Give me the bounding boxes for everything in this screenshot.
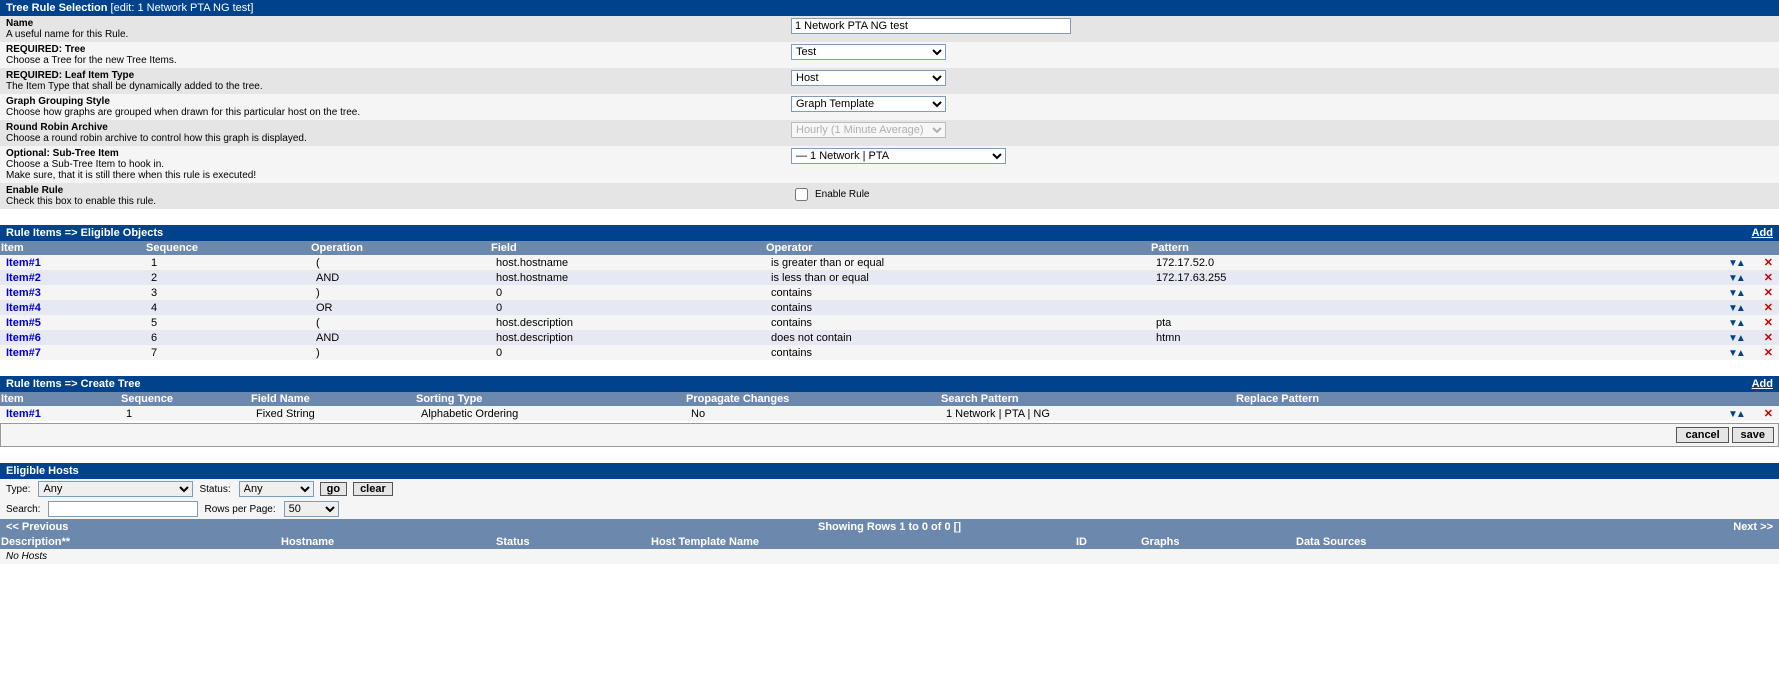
search-label: Search: [6,504,40,515]
form-label-title: Enable Rule [6,185,791,196]
go-button[interactable]: go [320,482,347,496]
select-input[interactable]: Graph Template [791,96,946,112]
move-down-icon[interactable]: ▼ [1728,318,1736,329]
move-down-icon[interactable]: ▼ [1728,258,1736,269]
move-up-icon[interactable]: ▲ [1736,333,1744,344]
move-up-icon[interactable]: ▲ [1736,258,1744,269]
hosts-filter-row-1: Type: Any Status: Any go clear [0,479,1779,499]
tree-rule-header: Tree Rule Selection [edit: 1 Network PTA… [0,0,1779,16]
form-label-title: REQUIRED: Tree [6,44,791,55]
rows-per-page-select[interactable]: 50 [284,501,339,517]
no-hosts: No Hosts [0,549,1779,564]
type-select[interactable]: Any [38,481,193,497]
status-select[interactable]: Any [239,481,314,497]
clear-button[interactable]: clear [353,482,393,496]
delete-icon[interactable]: ✕ [1764,287,1773,299]
cancel-button[interactable]: cancel [1676,427,1728,443]
table-row: Item#55(host.descriptioncontainspta▼▲✕ [0,315,1779,330]
move-down-icon[interactable]: ▼ [1728,273,1736,284]
item-link[interactable]: Item#4 [6,302,41,314]
move-down-icon[interactable]: ▼ [1728,288,1736,299]
table-row: Item#33)0contains▼▲✕ [0,285,1779,300]
delete-icon[interactable]: ✕ [1764,332,1773,344]
move-up-icon[interactable]: ▲ [1736,409,1744,420]
rows-per-page-label: Rows per Page: [204,504,275,515]
form-label-title: REQUIRED: Leaf Item Type [6,70,791,81]
select-input[interactable]: — 1 Network | PTA [791,148,1006,164]
search-input[interactable] [48,501,198,517]
eligible-hosts-header: Eligible Hosts [0,463,1779,479]
table-row: Item#44OR0contains▼▲✕ [0,300,1779,315]
form-label-desc: A useful name for this Rule. [6,29,791,40]
form-label-desc: Choose a Sub-Tree Item to hook in. Make … [6,159,791,181]
delete-icon[interactable]: ✕ [1764,317,1773,329]
eligible-objects-table: Item Sequence Operation Field Operator P… [0,241,1779,360]
form-label-desc: Choose a round robin archive to control … [6,133,791,144]
form-label-title: Graph Grouping Style [6,96,791,107]
item-link[interactable]: Item#1 [6,257,41,269]
button-bar: cancel save [0,423,1779,447]
delete-icon[interactable]: ✕ [1764,257,1773,269]
create-tree-header: Rule Items => Create Tree Add [0,376,1779,392]
move-up-icon[interactable]: ▲ [1736,348,1744,359]
item-link[interactable]: Item#7 [6,347,41,359]
form-label-title: Name [6,18,791,29]
table-row: Item#22ANDhost.hostnameis less than or e… [0,270,1779,285]
item-link[interactable]: Item#6 [6,332,41,344]
form-label-desc: The Item Type that shall be dynamically … [6,81,791,92]
item-link[interactable]: Item#1 [6,408,41,420]
table-row: Item#66ANDhost.descriptiondoes not conta… [0,330,1779,345]
status-label: Status: [199,484,230,495]
text-input[interactable] [791,18,1071,34]
move-down-icon[interactable]: ▼ [1728,333,1736,344]
delete-icon[interactable]: ✕ [1764,272,1773,284]
move-up-icon[interactable]: ▲ [1736,318,1744,329]
table-row: Item#11(host.hostnameis greater than or … [0,255,1779,270]
table-row: Item#11Fixed StringAlphabetic OrderingNo… [0,406,1779,421]
eligible-objects-header: Rule Items => Eligible Objects Add [0,225,1779,241]
create-tree-table: Item Sequence Field Name Sorting Type Pr… [0,392,1779,421]
type-label: Type: [6,484,30,495]
select-input: Hourly (1 Minute Average) [791,122,946,138]
delete-icon[interactable]: ✕ [1764,408,1773,420]
move-up-icon[interactable]: ▲ [1736,303,1744,314]
move-down-icon[interactable]: ▼ [1728,303,1736,314]
save-button[interactable]: save [1732,427,1774,443]
add-create-tree-link[interactable]: Add [1752,378,1773,390]
hosts-table: Description** Hostname Status Host Templ… [0,535,1779,549]
delete-icon[interactable]: ✕ [1764,302,1773,314]
form-label-desc: Choose a Tree for the new Tree Items. [6,55,791,66]
form-label-desc: Check this box to enable this rule. [6,196,791,207]
add-eligible-link[interactable]: Add [1752,227,1773,239]
prev-link[interactable]: << Previous [6,521,595,533]
pager-info: Showing Rows 1 to 0 of 0 [] [595,521,1184,533]
checkbox-label: Enable Rule [815,189,869,200]
item-link[interactable]: Item#3 [6,287,41,299]
enable-rule-checkbox[interactable] [795,188,808,201]
form-label-title: Optional: Sub-Tree Item [6,148,791,159]
form-label-title: Round Robin Archive [6,122,791,133]
delete-icon[interactable]: ✕ [1764,347,1773,359]
move-up-icon[interactable]: ▲ [1736,288,1744,299]
item-link[interactable]: Item#5 [6,317,41,329]
move-down-icon[interactable]: ▼ [1728,348,1736,359]
next-link[interactable]: Next >> [1184,521,1773,533]
select-input[interactable]: Test [791,44,946,60]
select-input[interactable]: Host [791,70,946,86]
form-label-desc: Choose how graphs are grouped when drawn… [6,107,791,118]
hosts-filter-row-2: Search: Rows per Page: 50 [0,499,1779,519]
move-down-icon[interactable]: ▼ [1728,409,1736,420]
table-row: Item#77)0contains▼▲✕ [0,345,1779,360]
move-up-icon[interactable]: ▲ [1736,273,1744,284]
item-link[interactable]: Item#2 [6,272,41,284]
pager-bar: << Previous Showing Rows 1 to 0 of 0 [] … [0,519,1779,535]
